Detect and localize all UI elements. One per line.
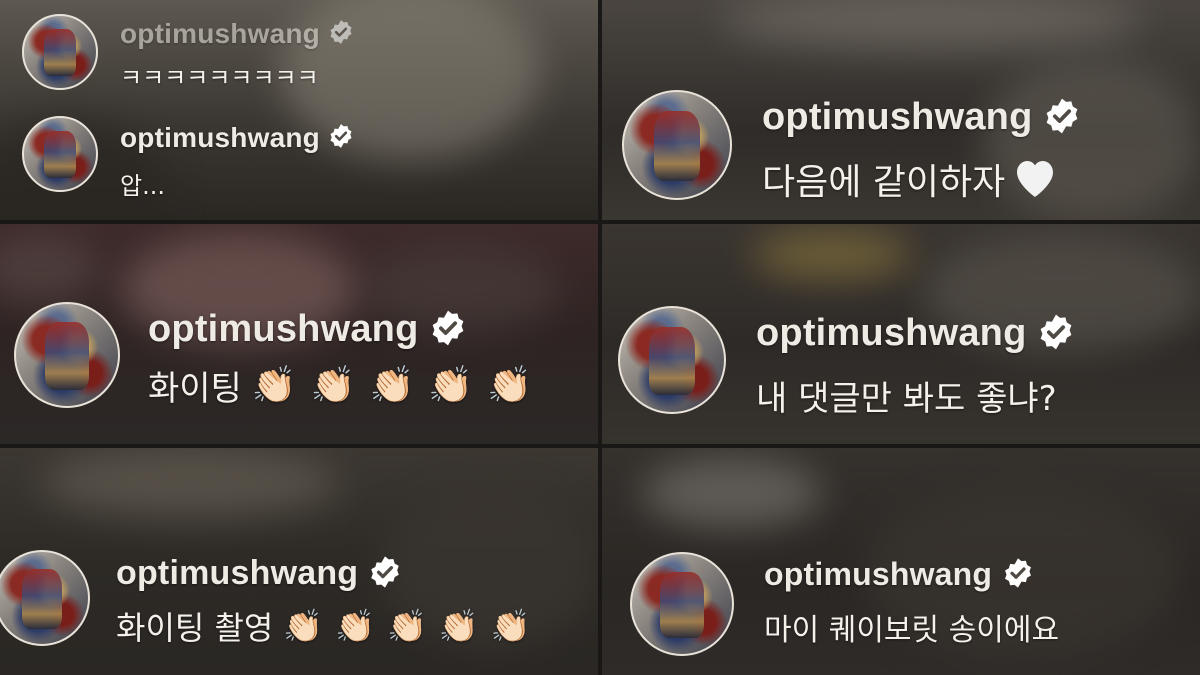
panel-bottom-right: optimushwang 마이 퀘이보릿 송이에요: [602, 448, 1200, 675]
clapping-hands-icon: 👏🏻: [283, 607, 324, 645]
avatar: [22, 14, 98, 90]
panel-bottom-left: optimushwang 화이팅 촬영 👏🏻 👏🏻 👏🏻 👏🏻 👏🏻: [0, 448, 598, 675]
clapping-hands-icon: 👏🏻: [487, 364, 532, 406]
clapping-hands-icon: 👏🏻: [490, 607, 531, 645]
verified-badge-icon: [1037, 313, 1075, 355]
live-comment: optimushwang 압...: [22, 116, 354, 201]
clapping-hands-icon: 👏🏻: [369, 364, 415, 406]
clapping-hands-icon: 👏🏻: [251, 364, 297, 406]
username[interactable]: optimushwang: [762, 96, 1033, 139]
live-comment: optimushwang 다음에 같이하자: [622, 90, 1081, 205]
verified-badge-icon: [328, 123, 354, 153]
live-comment: optimushwang 화이팅 촬영 👏🏻 👏🏻 👏🏻 👏🏻 👏🏻: [0, 550, 531, 649]
comment-text: 다음에 같이하자: [762, 162, 1006, 203]
live-comment: optimushwang ㅋㅋㅋㅋㅋㅋㅋㅋㅋ: [22, 14, 354, 93]
clapping-hands-icon: 👏🏻: [335, 607, 376, 645]
clapping-hands-icon: 👏🏻: [438, 607, 479, 645]
panel-top-right: optimushwang 다음에 같이하자: [602, 0, 1200, 220]
avatar: [22, 116, 98, 192]
avatar: [630, 552, 734, 656]
avatar: [618, 306, 726, 414]
panel-top-left: optimushwang ㅋㅋㅋㅋㅋㅋㅋㅋㅋ optimushwang 압...: [0, 0, 598, 220]
comment-text: 화이팅 촬영: [116, 609, 274, 647]
clapping-hands-icon: 👏🏻: [428, 364, 474, 406]
live-comment: optimushwang 화이팅 👏🏻 👏🏻 👏🏻 👏🏻 👏🏻: [14, 302, 532, 410]
avatar: [14, 302, 120, 408]
clapping-hands-icon: 👏🏻: [310, 364, 356, 406]
comment-text: ㅋㅋㅋㅋㅋㅋㅋㅋㅋ: [120, 64, 319, 92]
verified-badge-icon: [1043, 97, 1081, 139]
username[interactable]: optimushwang: [764, 556, 992, 593]
verified-badge-icon: [1002, 557, 1034, 593]
username[interactable]: optimushwang: [120, 18, 320, 50]
heart-icon: [1011, 155, 1059, 203]
username[interactable]: optimushwang: [116, 554, 358, 593]
username[interactable]: optimushwang: [148, 308, 419, 351]
comment-text: 내 댓글만 봐도 좋냐?: [756, 379, 1057, 419]
verified-badge-icon: [368, 555, 402, 593]
live-comment: optimushwang 마이 퀘이보릿 송이에요: [630, 552, 1059, 656]
verified-badge-icon: [429, 309, 467, 351]
avatar: [622, 90, 732, 200]
verified-badge-icon: [328, 19, 354, 49]
panel-middle-left: optimushwang 화이팅 👏🏻 👏🏻 👏🏻 👏🏻 👏🏻: [0, 224, 598, 444]
clapping-hands-icon: 👏🏻: [387, 607, 427, 645]
panel-middle-right: optimushwang 내 댓글만 봐도 좋냐?: [602, 224, 1200, 444]
comment-text: 화이팅: [148, 369, 242, 409]
comment-text: 마이 퀘이보릿 송이에요: [764, 613, 1060, 648]
live-comment: optimushwang 내 댓글만 봐도 좋냐?: [618, 306, 1075, 420]
comment-text: 압...: [120, 172, 165, 200]
username[interactable]: optimushwang: [120, 122, 320, 154]
username[interactable]: optimushwang: [756, 312, 1027, 355]
avatar: [0, 550, 90, 646]
